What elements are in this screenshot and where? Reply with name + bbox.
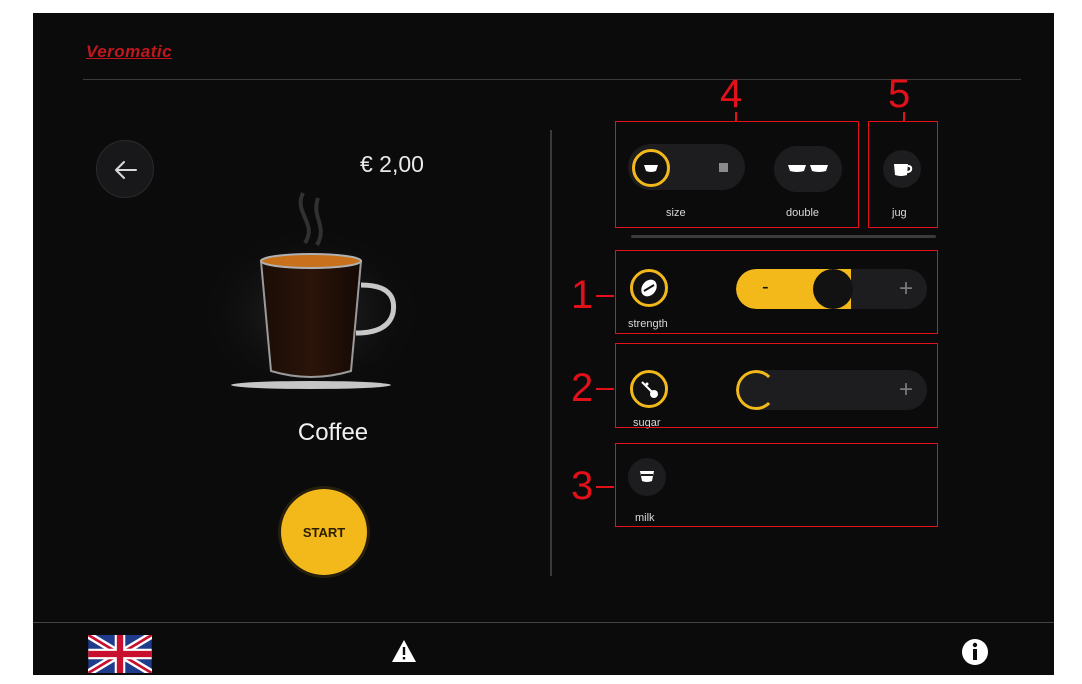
annotation-tick-4 <box>735 112 737 121</box>
start-button[interactable]: START <box>281 489 367 575</box>
annotation-box-2 <box>615 343 938 428</box>
back-button[interactable] <box>96 140 154 198</box>
arrow-left-icon <box>115 161 137 179</box>
annotation-box-4 <box>615 121 859 228</box>
annotation-tick-1 <box>596 295 614 297</box>
annotation-label-3: 3 <box>571 464 594 508</box>
annotation-tick-3 <box>596 486 614 488</box>
brand-logo: Veromatic <box>86 42 173 61</box>
annotation-label-5: 5 <box>888 72 911 116</box>
annotation-box-5 <box>868 121 938 228</box>
coffee-cup-image <box>193 173 433 403</box>
annotation-label-4: 4 <box>720 72 743 116</box>
annotation-label-2: 2 <box>571 366 594 410</box>
warning-icon[interactable] <box>390 637 418 665</box>
uk-flag-icon[interactable] <box>88 635 152 673</box>
annotation-box-1 <box>615 250 938 334</box>
header-divider <box>83 79 1021 80</box>
options-separator <box>631 235 936 238</box>
annotation-box-3 <box>615 443 938 527</box>
product-name: Coffee <box>297 419 369 446</box>
info-icon[interactable] <box>960 637 990 667</box>
panel-divider <box>550 130 552 576</box>
annotation-tick-2 <box>596 388 614 390</box>
footer-divider <box>33 622 1054 623</box>
annotation-label-1: 1 <box>571 273 594 317</box>
annotation-tick-5 <box>903 112 905 121</box>
